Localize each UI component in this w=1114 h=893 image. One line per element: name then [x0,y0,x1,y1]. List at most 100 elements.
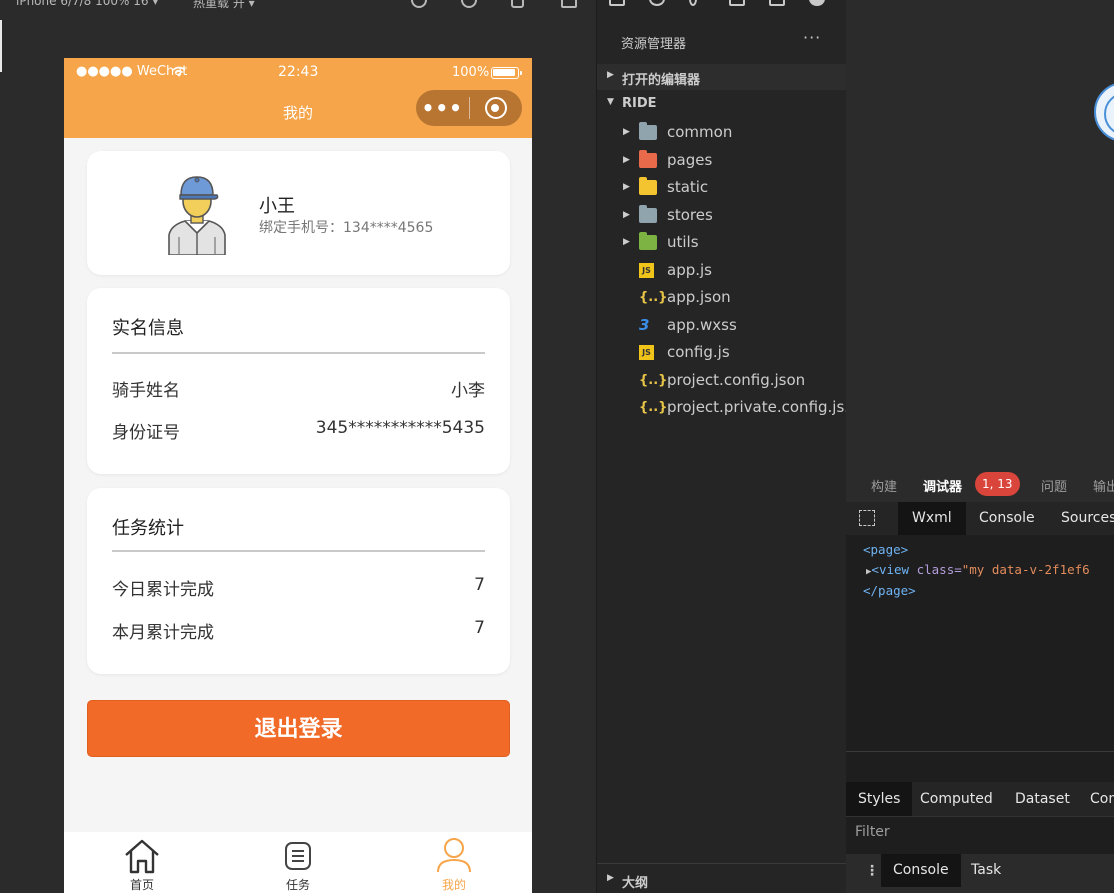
row-label: 今日累计完成 [112,580,214,600]
home-icon [125,839,159,874]
outline-section[interactable]: ▶ 大纲 [597,863,847,893]
hot-reload-toggle[interactable]: 热重载 开 ▾ [193,0,255,11]
tab-label: 首页 [129,878,154,892]
tree-item-label: config.js [667,343,730,361]
row-label: 骑手姓名 [112,381,180,401]
panel-divider[interactable] [846,751,1114,752]
capsule-menu: ••• [416,90,522,126]
drawer-tabs: ⋮ Console Task [846,854,1114,893]
window-edge [0,20,2,72]
phone-icon[interactable] [511,0,524,8]
tab-label: 我的 [441,878,466,892]
save-icon[interactable] [769,0,785,6]
folder-icon [639,232,657,250]
avatar [163,171,231,256]
tab-component[interactable]: Com [1090,791,1114,807]
wxml-node[interactable]: ▶<view class="my data-v-2f1ef6 [866,562,1090,577]
tree-file-config-js[interactable]: JS config.js [597,339,847,366]
styles-filter-input[interactable]: Filter [846,816,1114,848]
wifi-icon [172,66,186,77]
chevron-right-icon: ▶ [623,182,630,192]
node-attr: class= [909,562,962,577]
project-section[interactable]: ▼ RIDE [597,91,847,117]
tree-item-label: project.private.config.js... [667,398,859,416]
tab-styles[interactable]: Styles [846,782,913,816]
tab-wxml[interactable]: Wxml [898,502,966,535]
tree-item-label: common [667,123,733,141]
more-menu-button[interactable]: ••• [416,90,469,126]
node-tag: <view [871,562,910,577]
source-control-icon[interactable] [689,0,697,6]
logout-button[interactable]: 退出登录 [87,700,510,757]
courier-avatar-icon [168,176,226,256]
tree-folder-utils[interactable]: ▶ utils [597,229,847,256]
filter-placeholder: Filter [855,824,890,840]
chevron-right-icon: ▶ [623,155,630,165]
battery-icon [491,67,522,79]
tab-dataset[interactable]: Dataset [1015,791,1070,807]
tab-output[interactable]: 输出 [1093,476,1114,495]
tab-bar: 首页 任务 我的 [64,832,532,893]
task-stats-card: 任务统计 今日累计完成 7 本月累计完成 7 [87,488,510,674]
files-icon[interactable] [609,0,625,6]
tree-item-label: app.wxss [667,316,737,334]
kebab-menu-icon[interactable]: ⋮ [865,863,879,879]
tree-file-app-json[interactable]: {..} app.json [597,284,847,311]
tree-folder-common[interactable]: ▶ common [597,119,847,146]
panel-tabs: 构建 调试器 1, 13 问题 输出 [846,466,1114,502]
status-bar: ●●●●● WeChat 22:43 100% [64,58,532,88]
more-actions-button[interactable]: ··· [803,28,821,47]
tab-sources[interactable]: Sources [1061,510,1114,526]
tab-home[interactable]: 首页 [64,832,220,893]
tab-drawer-console[interactable]: Console [881,854,961,887]
tab-mine[interactable]: 我的 [376,832,532,893]
tree-file-project-config[interactable]: {..} project.config.json [597,367,847,394]
carrier-label: ●●●●● WeChat [76,64,188,79]
navigation-bar: 我的 ••• [64,88,532,138]
tree-folder-stores[interactable]: ▶ stores [597,202,847,229]
tab-console[interactable]: Console [979,510,1035,526]
real-name-card: 实名信息 骑手姓名 小李 身份证号 345***********5435 [87,288,510,474]
tab-build[interactable]: 构建 [871,476,897,495]
refresh-icon[interactable] [411,0,427,8]
row-value: 7 [474,575,485,595]
explorer-pane: 资源管理器 ··· ▶ 打开的编辑器 ▼ RIDE ▶ common ▶ pag… [596,0,859,893]
section-label: RIDE [622,96,657,111]
tree-item-label: app.js [667,261,712,279]
cloud-icon[interactable] [809,0,825,6]
debugger-panel: 构建 调试器 1, 13 问题 输出 Wxml Console Sources … [846,466,1114,893]
stop-icon[interactable] [461,0,477,8]
tree-file-app-wxss[interactable]: 3 app.wxss [597,312,847,339]
devtools-window: iPhone 6/7/8 100% 16 ▾ 热重载 开 ▾ ●●●●● WeC… [0,0,1114,893]
copy-window-icon[interactable] [561,0,577,8]
tree-item-label: stores [667,206,713,224]
devtools-tabs: Wxml Console Sources [846,502,1114,535]
tab-drawer-task[interactable]: Task [959,854,1013,887]
js-file-icon: JS [639,345,654,360]
tree-file-project-private-config[interactable]: {..} project.private.config.js... [597,394,859,421]
tree-item-label: static [667,178,709,196]
tab-tasks[interactable]: 任务 [220,832,376,893]
inspect-element-icon[interactable] [859,510,875,526]
js-file-icon: JS [639,263,654,278]
month-completed-row: 本月累计完成 7 [112,618,485,643]
close-miniprogram-button[interactable] [469,97,522,119]
tab-computed[interactable]: Computed [920,791,993,807]
open-editors-section[interactable]: ▶ 打开的编辑器 [597,64,847,90]
user-card: 小王 绑定手机号：134****4565 [87,151,510,275]
error-badge: 1, 13 [975,472,1020,496]
wxml-node[interactable]: </page> [863,583,916,598]
tree-file-app-js[interactable]: JS app.js [597,257,847,284]
wxml-node[interactable]: <page> [863,542,908,557]
tab-problems[interactable]: 问题 [1041,476,1067,495]
bound-phone: 绑定手机号：134****4565 [259,220,434,236]
tree-folder-static[interactable]: ▶ static [597,174,847,201]
tab-debugger[interactable]: 调试器 [923,476,962,495]
json-file-icon: {..} [639,373,668,388]
extensions-icon[interactable] [729,0,745,6]
search-icon[interactable] [649,0,665,6]
tree-folder-pages[interactable]: ▶ pages [597,147,847,174]
target-icon [484,97,507,119]
folder-icon [639,205,657,223]
device-selector[interactable]: iPhone 6/7/8 100% 16 ▾ [16,0,158,8]
